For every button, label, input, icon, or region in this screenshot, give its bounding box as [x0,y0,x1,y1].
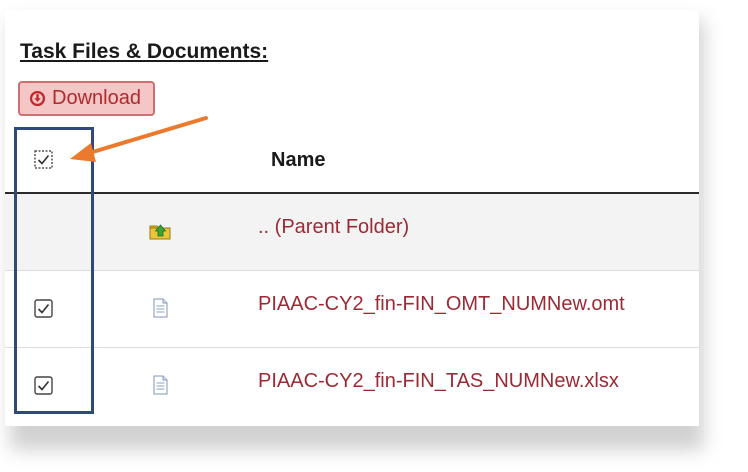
task-files-panel: Task Files & Documents: Download Name ..… [5,10,699,426]
document-icon[interactable] [149,297,171,319]
download-button-label: Download [52,87,141,109]
file-link[interactable]: PIAAC-CY2_fin-FIN_TAS_NUMNew.xlsx [258,370,619,393]
column-header-name[interactable]: Name [271,149,325,172]
file-link-parent-folder[interactable]: .. (Parent Folder) [258,216,409,239]
document-icon[interactable] [149,374,171,396]
download-button[interactable]: Download [18,81,155,116]
section-title: Task Files & Documents: [20,40,269,63]
table-header-row: Name [5,122,699,194]
download-circle-icon [29,90,46,107]
parent-folder-icon[interactable] [149,220,171,242]
row-checkbox[interactable] [34,299,53,318]
file-link[interactable]: PIAAC-CY2_fin-FIN_OMT_NUMNew.omt [258,293,625,316]
table-row: PIAAC-CY2_fin-FIN_OMT_NUMNew.omt [5,271,699,347]
select-all-checkbox[interactable] [34,150,53,169]
row-checkbox[interactable] [34,376,53,395]
table-row: PIAAC-CY2_fin-FIN_TAS_NUMNew.xlsx [5,348,699,424]
table-row: .. (Parent Folder) [5,194,699,270]
screenshot-stage: Task Files & Documents: Download Name ..… [0,0,748,472]
